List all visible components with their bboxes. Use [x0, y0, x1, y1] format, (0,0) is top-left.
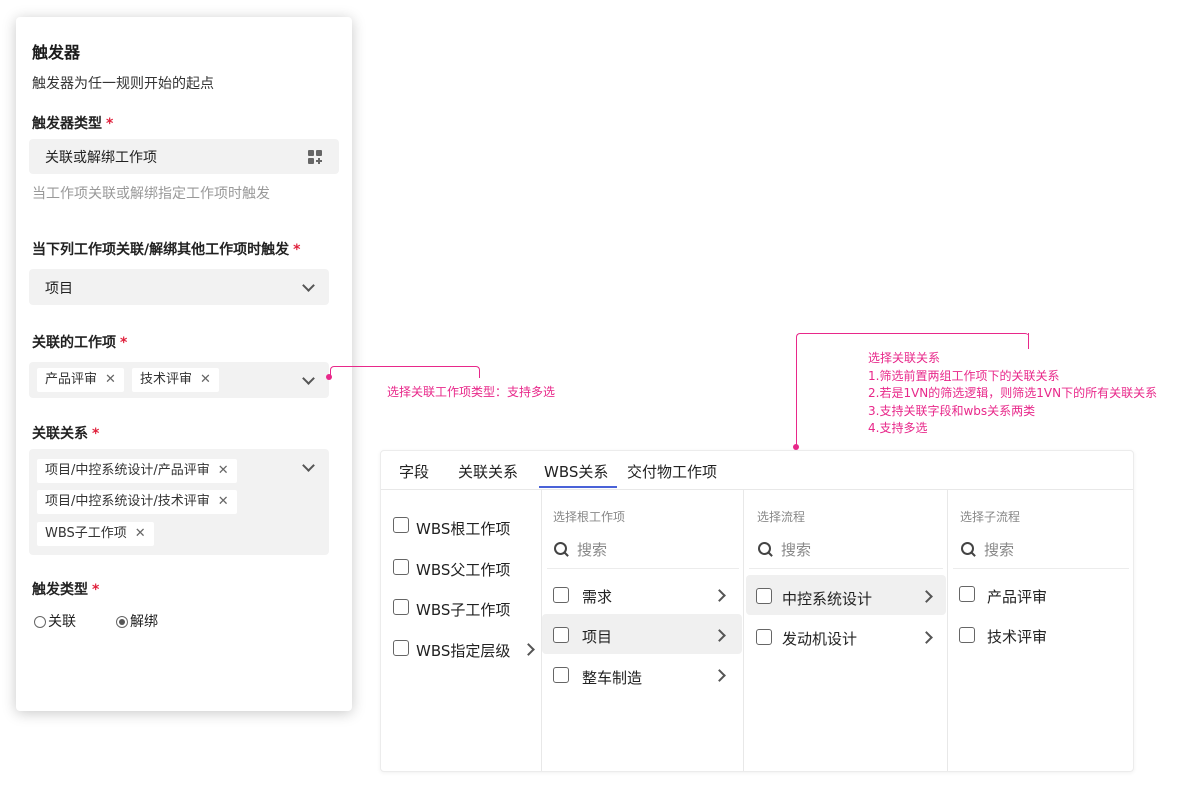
trigger-type-select[interactable]: 关联或解绑工作项: [29, 139, 339, 174]
subflow-search-input[interactable]: 搜索: [984, 539, 1014, 560]
tab-relation[interactable]: 关联关系: [458, 461, 518, 482]
when-select[interactable]: 项目: [29, 269, 329, 305]
root-item-label: 项目: [582, 628, 613, 646]
search-icon: [961, 542, 974, 555]
when-label: 当下列工作项关联/解绑其他工作项时触发 *: [32, 242, 301, 258]
chevron-down-icon[interactable]: [302, 279, 315, 292]
wbs-option-label: WBS指定层级: [416, 642, 511, 660]
remove-tag-icon[interactable]: ✕: [218, 494, 229, 509]
checkbox[interactable]: [393, 599, 409, 615]
radio-associate[interactable]: 关联: [34, 611, 76, 631]
flow-search-input[interactable]: 搜索: [781, 539, 811, 560]
checkbox[interactable]: [393, 517, 409, 533]
flow-column-title: 选择流程: [757, 510, 806, 524]
checkbox[interactable]: [756, 588, 772, 604]
checkbox[interactable]: [393, 640, 409, 656]
search-divider: [749, 568, 943, 569]
relations-label: 关联关系 *: [32, 426, 100, 442]
search-divider: [953, 568, 1129, 569]
wbs-option-label: WBS子工作项: [416, 601, 511, 619]
checkbox[interactable]: [393, 559, 409, 575]
related-items-select[interactable]: 产品评审 ✕ 技术评审 ✕: [29, 362, 329, 398]
chevron-right-icon[interactable]: [713, 589, 726, 602]
remove-tag-icon[interactable]: ✕: [105, 372, 116, 387]
search-icon: [758, 542, 771, 555]
trigger-type-label: 触发器类型 *: [32, 116, 114, 132]
wbs-option-label: WBS根工作项: [416, 520, 511, 538]
root-item-label: 需求: [582, 588, 613, 606]
checkbox[interactable]: [959, 586, 975, 602]
subflow-item-label: 产品评审: [987, 588, 1048, 606]
tag-related-item: 技术评审 ✕: [132, 368, 219, 392]
panel-title: 触发器: [32, 43, 81, 62]
wbs-option-label: WBS父工作项: [416, 561, 511, 579]
radio-unbind[interactable]: 解绑: [116, 611, 158, 631]
remove-tag-icon[interactable]: ✕: [135, 526, 146, 541]
trigger-type-value: 关联或解绑工作项: [45, 150, 157, 166]
column-divider: [947, 490, 948, 771]
relations-select[interactable]: 项目/中控系统设计/产品评审 ✕ 项目/中控系统设计/技术评审 ✕ WBS子工作项 ✕: [29, 449, 329, 555]
flow-item-label: 发动机设计: [782, 630, 858, 648]
annotation-connector: [1028, 333, 1029, 349]
tab-wbs[interactable]: WBS关系: [544, 461, 608, 482]
chevron-down-icon[interactable]: [302, 372, 315, 385]
related-items-label: 关联的工作项 *: [32, 335, 128, 351]
checkbox[interactable]: [553, 667, 569, 683]
relation-selector: 字段 关联关系 WBS关系 交付物工作项 WBS根工作项 WBS父工作项 WBS…: [380, 450, 1134, 772]
checkbox[interactable]: [553, 587, 569, 603]
panel-description: 触发器为任一规则开始的起点: [32, 76, 214, 92]
tab-divider: [381, 489, 1133, 490]
tab-deliverable[interactable]: 交付物工作项: [627, 461, 717, 482]
tag-related-item: 产品评审 ✕: [37, 368, 124, 392]
chevron-right-icon[interactable]: [713, 669, 726, 682]
tag-relation: 项目/中控系统设计/产品评审 ✕: [37, 459, 237, 483]
radio-selected-icon[interactable]: [116, 616, 128, 628]
subflow-column-title: 选择子流程: [960, 510, 1021, 524]
remove-tag-icon[interactable]: ✕: [200, 372, 211, 387]
trigger-kind-label: 触发类型 *: [32, 582, 100, 598]
when-value: 项目: [45, 281, 73, 297]
grid-add-icon[interactable]: [307, 149, 323, 165]
annotation-left-note: 选择关联工作项类型：支持多选: [387, 385, 556, 399]
annotation-right-note: 选择关联关系 1.筛选前置两组工作项下的关联关系 2.若是1VN的筛选逻辑，则筛…: [868, 351, 1158, 435]
remove-tag-icon[interactable]: ✕: [218, 463, 229, 478]
active-tab-indicator: [539, 486, 617, 488]
radio-icon[interactable]: [34, 616, 46, 628]
checkbox[interactable]: [553, 627, 569, 643]
search-divider: [547, 568, 739, 569]
trigger-panel: 触发器 触发器为任一规则开始的起点 触发器类型 * 关联或解绑工作项 当工作项关联…: [16, 17, 352, 711]
root-item-label: 整车制造: [582, 669, 643, 687]
chevron-right-icon[interactable]: [920, 631, 933, 644]
subflow-item-label: 技术评审: [987, 628, 1048, 646]
chevron-down-icon[interactable]: [302, 459, 315, 472]
flow-item-label: 中控系统设计: [782, 590, 873, 608]
tab-field[interactable]: 字段: [399, 461, 429, 482]
root-search-input[interactable]: 搜索: [577, 539, 607, 560]
checkbox[interactable]: [756, 629, 772, 645]
column-divider: [743, 490, 744, 771]
root-item-highlight: [542, 614, 742, 654]
root-column-title: 选择根工作项: [553, 510, 626, 524]
chevron-right-icon[interactable]: [522, 643, 535, 656]
tag-relation: WBS子工作项 ✕: [37, 522, 154, 546]
annotation-connector: [330, 366, 480, 378]
search-icon: [554, 542, 567, 555]
checkbox[interactable]: [959, 627, 975, 643]
trigger-type-hint: 当工作项关联或解绑指定工作项时触发: [32, 186, 270, 202]
tag-relation: 项目/中控系统设计/技术评审 ✕: [37, 490, 237, 514]
